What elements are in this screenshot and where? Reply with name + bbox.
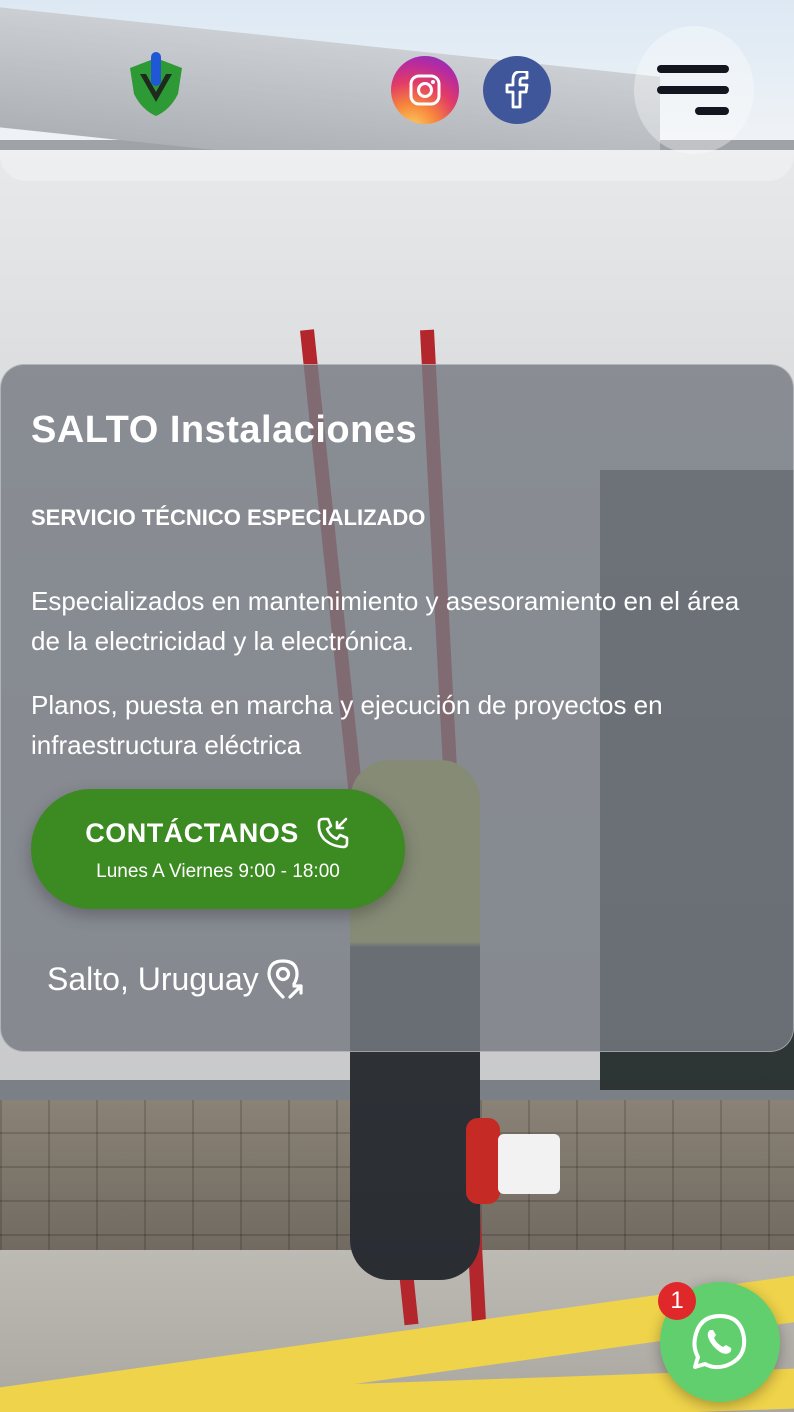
- hero-description-2: Planos, puesta en marcha y ejecución de …: [31, 690, 663, 760]
- page-title: SALTO Instalaciones: [31, 409, 418, 451]
- hero-description-1: Especializados en mantenimiento y asesor…: [31, 586, 740, 656]
- menu-button[interactable]: [634, 26, 754, 154]
- contact-button-top: CONTÁCTANOS: [85, 815, 350, 851]
- notification-badge: 1: [658, 1282, 696, 1320]
- contact-hours: Lunes A Viernes 9:00 - 18:00: [96, 861, 340, 882]
- contact-button-label: CONTÁCTANOS: [85, 817, 299, 848]
- location-text: Salto, Uruguay: [47, 960, 259, 997]
- facebook-icon: [505, 71, 529, 109]
- hero-card: SALTO Instalaciones SERVICIO TÉCNICO ESP…: [0, 364, 794, 1052]
- hamburger-menu-icon: [657, 65, 729, 115]
- shield-logo-icon[interactable]: [126, 50, 186, 120]
- map-pin-icon: [267, 959, 303, 999]
- facebook-button[interactable]: [483, 56, 551, 124]
- hero-subtitle: SERVICIO TÉCNICO ESPECIALIZADO: [31, 505, 426, 530]
- instagram-button[interactable]: [391, 56, 459, 124]
- location: Salto, Uruguay: [47, 957, 305, 1001]
- instagram-icon: [409, 74, 441, 106]
- site-header: [0, 0, 794, 181]
- phone-incoming-icon: [317, 817, 349, 849]
- whatsapp-icon: [692, 1314, 747, 1370]
- contact-button[interactable]: CONTÁCTANOS Lunes A Viernes 9:00 - 18:00: [31, 789, 405, 909]
